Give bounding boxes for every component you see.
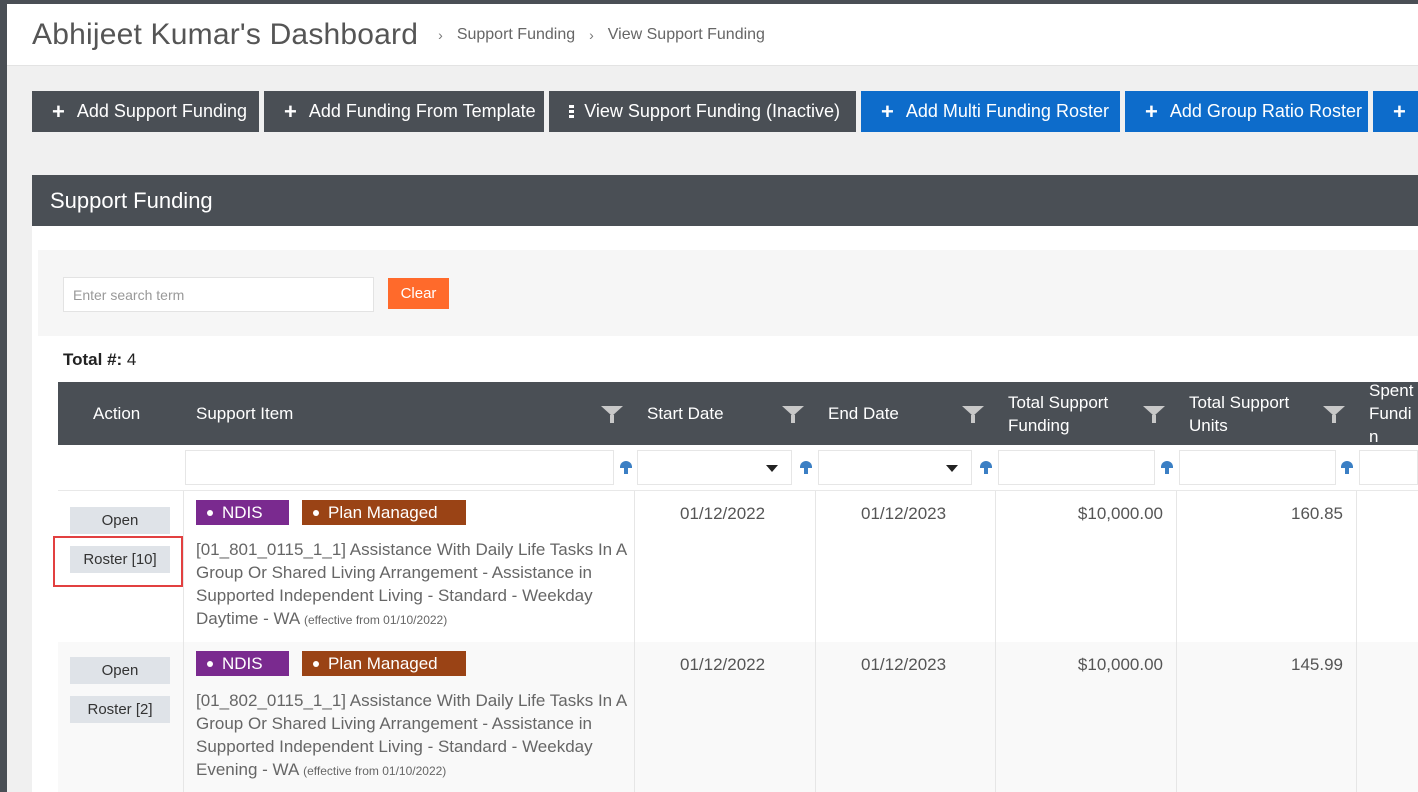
support-item-description: [01_801_0115_1_1] Assistance With Daily … [196, 540, 627, 628]
column-filter-icon[interactable] [782, 406, 804, 424]
ndis-badge: NDIS [196, 500, 289, 525]
end-date-value: 01/12/2023 [861, 655, 947, 674]
ndis-badge: NDIS [196, 651, 289, 676]
column-label: End Date [828, 404, 899, 423]
clear-button[interactable]: Clear [388, 278, 449, 309]
plan-managed-badge: Plan Managed [302, 500, 466, 525]
column-filter-icon[interactable] [601, 406, 623, 424]
badge-group: NDIS Plan Managed [196, 500, 466, 525]
column-header-total-support-units[interactable]: Total Support Units [1177, 382, 1357, 445]
action-toolbar: + Add Support Funding + Add Funding From… [32, 91, 1418, 132]
add-funding-from-template-button[interactable]: + Add Funding From Template [264, 91, 544, 132]
button-label: Add Group Ratio Roster [1169, 101, 1362, 121]
table-row: Open Roster [10] NDIS Plan Managed [01_8… [58, 491, 1418, 642]
list-icon [569, 105, 575, 118]
search-input[interactable]: Enter search term [63, 277, 374, 312]
column-label: Spent Fundin [1369, 382, 1414, 445]
filter-options-icon[interactable] [1341, 461, 1353, 475]
total-funding-value: $10,000.00 [1077, 504, 1163, 523]
page-header: Abhijeet Kumar's Dashboard › Support Fun… [7, 4, 1418, 66]
table-row: Open Roster [2] NDIS Plan Managed [01_80… [58, 642, 1418, 792]
filter-options-icon[interactable] [980, 461, 992, 475]
plus-icon: + [284, 98, 297, 124]
total-units-value: 160.85 [1291, 504, 1343, 523]
action-cell: Open Roster [2] [58, 642, 184, 792]
column-header-start-date[interactable]: Start Date [635, 382, 816, 445]
add-group-ratio-roster-button[interactable]: + Add Group Ratio Roster [1125, 91, 1368, 132]
column-header-support-item[interactable]: Support Item [184, 382, 635, 445]
breadcrumb-view-support-funding[interactable]: View Support Funding [608, 26, 765, 44]
support-item-description: [01_802_0115_1_1] Assistance With Daily … [196, 691, 627, 779]
total-label: Total #: [63, 350, 123, 369]
start-date-value: 01/12/2022 [680, 504, 766, 523]
chevron-down-icon [946, 465, 958, 472]
column-filter-row [58, 445, 1418, 491]
additional-toolbar-button[interactable]: + A [1373, 91, 1418, 132]
column-header-total-support-funding[interactable]: Total Support Funding [996, 382, 1177, 445]
column-filter-icon[interactable] [1143, 406, 1165, 424]
column-filter-icon[interactable] [962, 406, 984, 424]
panel-title: Support Funding [50, 187, 213, 213]
total-units-value: 145.99 [1291, 655, 1343, 674]
effective-date-note: (effective from 01/10/2022) [303, 764, 447, 778]
chevron-right-icon: › [438, 26, 443, 43]
view-support-funding-inactive-button[interactable]: View Support Funding (Inactive) [549, 91, 856, 132]
chevron-down-icon [766, 465, 778, 472]
start-date-filter-select[interactable] [637, 450, 792, 485]
open-button[interactable]: Open [70, 657, 170, 684]
button-label: Add Multi Funding Roster [905, 101, 1109, 121]
effective-date-note: (effective from 01/10/2022) [304, 613, 448, 627]
table-header: Action Support Item Start Date End Date … [58, 382, 1418, 445]
total-count: Total #: 4 [63, 350, 136, 370]
filter-options-icon[interactable] [1161, 461, 1173, 475]
button-label: Add Funding From Template [308, 101, 536, 121]
plus-icon: + [52, 98, 65, 124]
filter-options-icon[interactable] [620, 461, 632, 475]
total-funding-value: $10,000.00 [1077, 655, 1163, 674]
column-label: Total Support Funding [1008, 392, 1109, 435]
start-date-value: 01/12/2022 [680, 655, 766, 674]
button-label: Add Support Funding [76, 101, 247, 121]
support-item-filter-input[interactable] [185, 450, 614, 485]
plus-icon: + [1145, 98, 1158, 124]
total-funding-filter-input[interactable] [998, 450, 1155, 485]
column-header-end-date[interactable]: End Date [816, 382, 996, 445]
add-multi-funding-roster-button[interactable]: + Add Multi Funding Roster [861, 91, 1120, 132]
button-label: View Support Funding (Inactive) [584, 101, 840, 121]
breadcrumb-support-funding[interactable]: Support Funding [457, 26, 575, 44]
chevron-right-icon: › [589, 26, 594, 43]
column-label: Total Support Units [1189, 392, 1290, 435]
page-title: Abhijeet Kumar's Dashboard [32, 17, 419, 51]
column-label: Start Date [647, 404, 724, 423]
filter-options-icon[interactable] [800, 461, 812, 475]
plus-icon: + [1393, 98, 1406, 124]
spent-funding-filter-input[interactable] [1359, 450, 1418, 485]
left-sidebar-rail [0, 0, 7, 792]
panel-header: Support Funding [32, 175, 1418, 226]
open-button[interactable]: Open [70, 507, 170, 534]
total-units-filter-input[interactable] [1179, 450, 1336, 485]
breadcrumb: › Support Funding › View Support Funding [436, 26, 777, 44]
plan-managed-badge: Plan Managed [302, 651, 466, 676]
total-value: 4 [126, 350, 137, 369]
column-header-action: Action [93, 382, 183, 445]
end-date-value: 01/12/2023 [861, 504, 947, 523]
roster-highlight-box [53, 536, 183, 587]
badge-group: NDIS Plan Managed [196, 651, 466, 676]
column-label: Support Item [196, 404, 294, 423]
column-filter-icon[interactable] [1323, 406, 1345, 424]
roster-button[interactable]: Roster [2] [70, 696, 170, 723]
plus-icon: + [881, 98, 894, 124]
search-placeholder: Enter search term [73, 286, 185, 303]
add-support-funding-button[interactable]: + Add Support Funding [32, 91, 259, 132]
end-date-filter-select[interactable] [818, 450, 972, 485]
column-label: Action [93, 404, 141, 423]
column-header-spent-funding[interactable]: Spent Fundin [1357, 382, 1418, 445]
